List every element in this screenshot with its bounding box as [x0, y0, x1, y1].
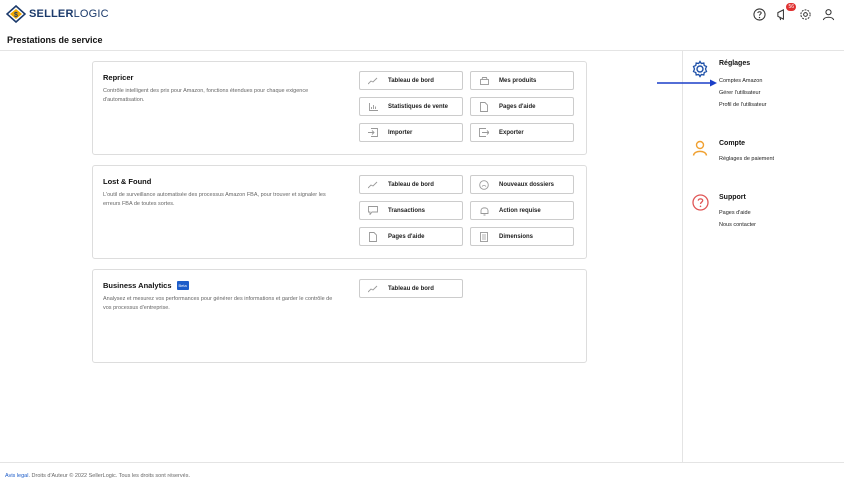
lost-found-dimensions-button[interactable]: Dimensions	[470, 227, 574, 246]
svg-text:$: $	[14, 12, 18, 19]
page-title: Prestations de service	[7, 35, 103, 45]
import-icon	[368, 128, 378, 138]
repricer-sales-stats-button[interactable]: Statistiques de vente	[359, 97, 463, 116]
user-icon[interactable]	[821, 7, 836, 22]
top-bar: $ SELLERLOGIC 56	[0, 0, 844, 30]
sidebar-link-user-profile[interactable]: Profil de l'utilisateur	[719, 102, 767, 108]
sidebar-heading: Réglages	[719, 60, 751, 67]
repricer-export-button[interactable]: Exporter	[470, 123, 574, 142]
copyright-text: . Droits d'Auteur © 2022 SellerLogic. To…	[28, 473, 190, 479]
bell-icon	[479, 206, 489, 216]
repricer-help-pages-button[interactable]: Pages d'aide	[470, 97, 574, 116]
document-icon	[479, 101, 489, 112]
card-title: Repricer	[103, 73, 134, 82]
sidebar-heading: Compte	[719, 140, 746, 147]
bar-chart-icon	[368, 102, 378, 112]
card-description: L'outil de surveillance automatisée des …	[103, 192, 326, 207]
lost-found-action-required-button[interactable]: Action requise	[470, 201, 574, 220]
gear-icon[interactable]	[798, 7, 813, 22]
footer: Avis legal. Droits d'Auteur © 2022 Selle…	[5, 473, 190, 479]
notification-badge: 56	[786, 3, 796, 11]
sidebar-divider	[682, 51, 683, 463]
lost-found-transactions-button[interactable]: Transactions	[359, 201, 463, 220]
lost-found-new-cases-button[interactable]: Nouveaux dossiers	[470, 175, 574, 194]
sidebar-link-manage-user[interactable]: Gérer l'utilisateur	[719, 90, 760, 96]
smiley-icon	[479, 179, 489, 190]
analytics-dashboard-button[interactable]: Tableau de bord	[359, 279, 463, 298]
repricer-dashboard-button[interactable]: Tableau de bord	[359, 71, 463, 90]
gear-icon	[691, 60, 709, 83]
sidebar-heading: Support	[719, 194, 746, 201]
lost-found-help-pages-button[interactable]: Pages d'aide	[359, 227, 463, 246]
chat-icon	[368, 206, 378, 216]
sidebar-link-help-pages[interactable]: Pages d'aide	[719, 210, 751, 216]
card-title: Lost & Found	[103, 177, 152, 186]
announcements-icon[interactable]: 56	[775, 3, 796, 22]
lost-found-card: Lost & Found L'outil de surveillance aut…	[92, 165, 587, 259]
repricer-import-button[interactable]: Importer	[359, 123, 463, 142]
lost-found-dashboard-button[interactable]: Tableau de bord	[359, 175, 463, 194]
box-icon	[479, 76, 489, 86]
trend-icon	[368, 284, 378, 294]
card-title: Business Analytics Beta	[103, 281, 189, 290]
legal-notice-link[interactable]: Avis legal	[5, 473, 28, 479]
document-icon	[368, 231, 378, 242]
sidebar-link-amazon-accounts[interactable]: Comptes Amazon	[719, 78, 762, 84]
beta-badge: Beta	[176, 281, 189, 290]
trend-icon	[368, 76, 378, 86]
business-analytics-card: Business Analytics Beta Analysez et mesu…	[92, 269, 587, 363]
header-divider	[0, 50, 844, 51]
card-description: Analysez et mesurez vos performances pou…	[103, 296, 333, 311]
sidebar-link-contact-us[interactable]: Nous contacter	[719, 222, 756, 228]
user-icon	[692, 140, 708, 161]
sidebar-link-payment-settings[interactable]: Réglages de paiement	[719, 156, 774, 162]
help-icon	[692, 194, 709, 216]
sellerlogic-logo[interactable]: $ SELLERLOGIC	[6, 5, 109, 23]
repricer-products-button[interactable]: Mes produits	[470, 71, 574, 90]
footer-divider	[0, 462, 844, 463]
list-document-icon	[479, 231, 489, 242]
help-icon[interactable]	[752, 7, 767, 22]
trend-icon	[368, 180, 378, 190]
card-description: Contrôle intelligent des prix pour Amazo…	[103, 88, 309, 103]
export-icon	[479, 128, 489, 138]
logo-icon: $	[6, 5, 26, 23]
logo-text: SELLERLOGIC	[29, 8, 109, 20]
repricer-card: Repricer Contrôle intelligent des prix p…	[92, 61, 587, 155]
